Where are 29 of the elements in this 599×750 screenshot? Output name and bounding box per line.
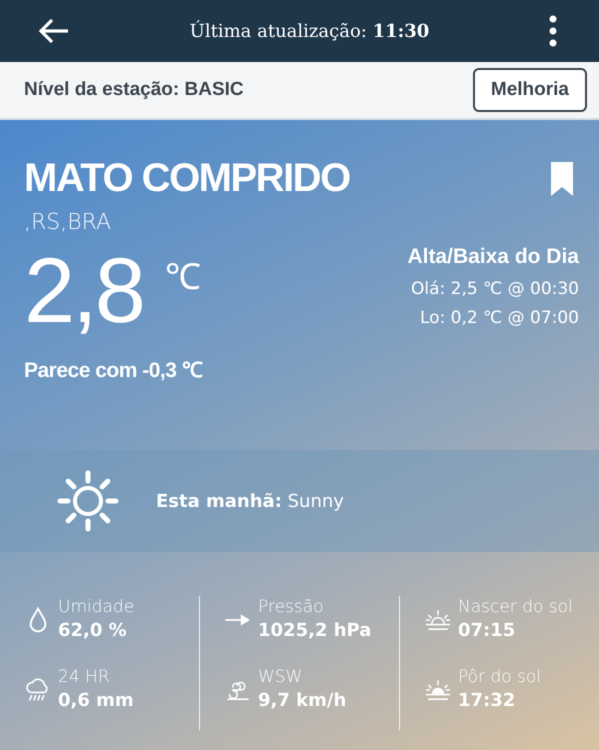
temperature-value: 2,8 (24, 241, 143, 341)
station-level-text: Nível da estação: BASIC (24, 79, 244, 101)
forecast-text: Esta manhã: Sunny (156, 490, 344, 512)
high-temperature-text: Olá: 2,5 ℃ @ 00:30 (411, 278, 579, 301)
temperature-unit: ℃ (164, 255, 201, 299)
stat-label: Pressão (258, 596, 325, 618)
stat-value: 9,7 km/h (258, 689, 346, 713)
low-temperature-text: Lo: 0,2 ℃ @ 07:00 (420, 307, 579, 330)
stat-value: 07:15 (458, 619, 516, 643)
sunrise-icon (425, 607, 451, 633)
city-name: MATO COMPRIDO (24, 155, 350, 202)
stat-label: Pôr do sol (458, 666, 542, 688)
stat-label: WSW (258, 666, 304, 688)
stat-value: 1025,2 hPa (258, 619, 372, 643)
stat-value: 62,0 % (58, 619, 128, 643)
stat-value: 0,6 mm (58, 689, 134, 713)
high-low-title: Alta/Baixa do Dia (407, 245, 579, 269)
sunset-icon (425, 677, 451, 703)
stat-label: 24 HR (58, 666, 111, 688)
back-icon[interactable] (38, 18, 70, 44)
stat-value: 17:32 (458, 689, 516, 713)
feels-like-text: Parece com -0,3 ℃ (24, 358, 204, 383)
stat-label: Nascer do sol (458, 596, 573, 618)
menu-icon[interactable] (549, 15, 557, 47)
last-update-text: Última atualização: 11:30 (190, 20, 430, 42)
bookmark-icon[interactable] (551, 162, 573, 196)
region-text: ,RS,BRA (24, 210, 112, 235)
upgrade-button[interactable]: Melhoria (472, 68, 587, 112)
stat-label: Umidade (58, 596, 134, 618)
